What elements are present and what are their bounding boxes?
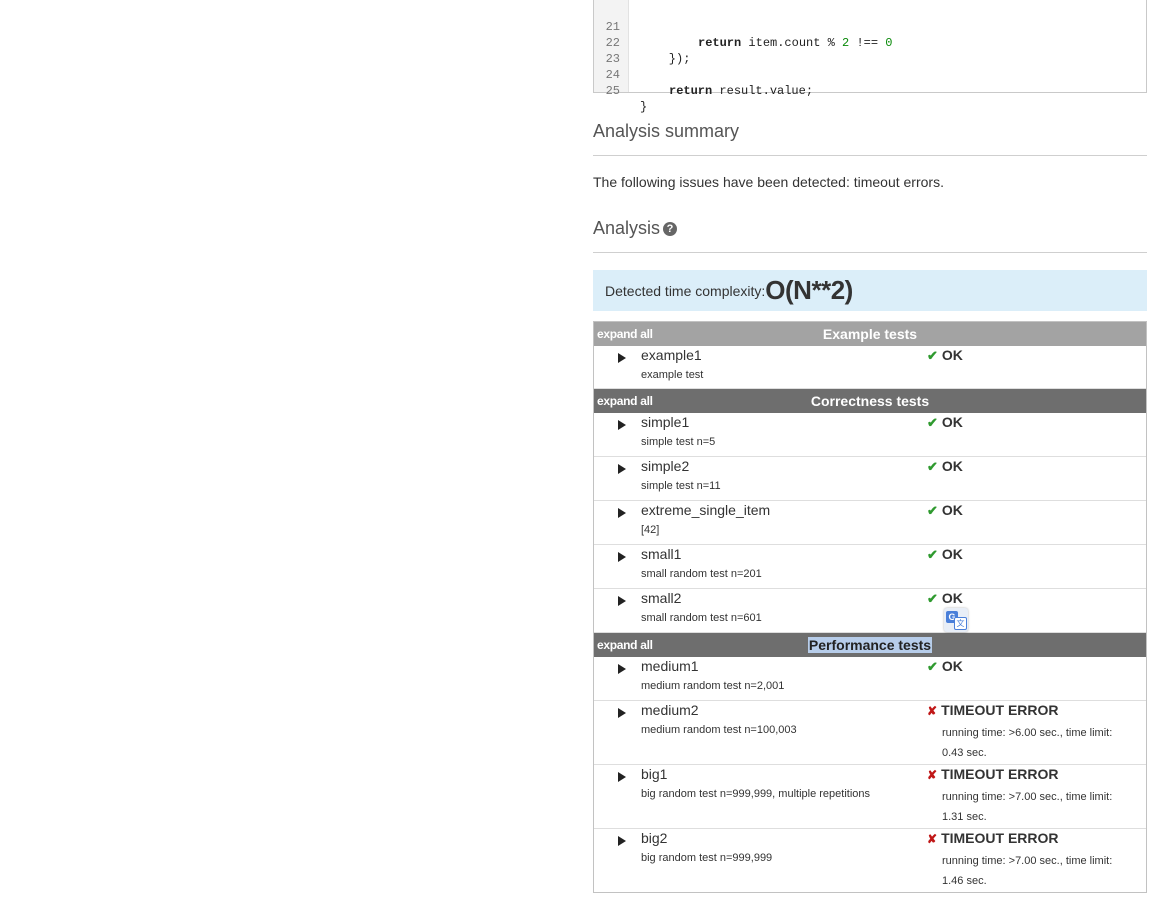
analysis-heading: Analysis?	[593, 218, 678, 239]
triangle-right-icon[interactable]	[618, 664, 626, 674]
divider	[593, 155, 1147, 156]
test-status: ✘ TIMEOUT ERROR	[927, 702, 1059, 718]
group-header-performance: expand all Performance tests	[594, 633, 1146, 657]
code-line: 24 return result.value;	[594, 51, 1146, 98]
check-icon: ✔	[927, 503, 938, 518]
test-status: ✔ OK	[927, 458, 963, 474]
test-row[interactable]: simple1 simple test n=5 ✔ OK	[594, 413, 1146, 457]
test-status: ✘ TIMEOUT ERROR	[927, 830, 1059, 846]
code-line: 21 return item.count % 2 !== 0	[594, 3, 1146, 50]
code-text: }	[640, 100, 648, 114]
test-status: ✔ OK	[927, 414, 963, 430]
triangle-right-icon[interactable]	[618, 420, 626, 430]
cross-icon: ✘	[927, 768, 938, 782]
check-icon: ✔	[927, 415, 938, 430]
test-status: ✘ TIMEOUT ERROR	[927, 766, 1059, 782]
test-description: simple test n=11	[641, 480, 721, 492]
test-description: small random test n=201	[641, 568, 762, 580]
group-title: Correctness tests	[810, 393, 930, 409]
test-status: ✔ OK	[927, 502, 963, 518]
group-header-correctness: expand all Correctness tests	[594, 389, 1146, 413]
test-name: medium2	[641, 702, 699, 718]
test-name: extreme_single_item	[641, 502, 771, 518]
code-line: 25 }	[594, 67, 1146, 114]
triangle-right-icon[interactable]	[618, 508, 626, 518]
line-number: 25	[605, 84, 620, 98]
test-description: small random test n=601	[641, 612, 762, 624]
timeout-detail: running time: >7.00 sec., time limit: 1.…	[942, 855, 1113, 887]
group-header-example: expand all Example tests	[594, 322, 1146, 346]
triangle-right-icon[interactable]	[618, 464, 626, 474]
triangle-right-icon[interactable]	[618, 552, 626, 562]
check-icon: ✔	[927, 547, 938, 562]
google-translate-icon[interactable]: G 文	[944, 608, 968, 632]
code-text: return result.value;	[669, 84, 814, 98]
group-title: Performance tests	[807, 637, 933, 653]
question-icon[interactable]: ?	[663, 222, 678, 236]
test-description: big random test n=999,999	[641, 852, 773, 864]
test-name: big1	[641, 766, 668, 782]
analysis-summary-text: The following issues have been detected:…	[593, 174, 944, 190]
group-title: Example tests	[822, 326, 918, 342]
test-name: simple2	[641, 458, 690, 474]
test-name: example1	[641, 347, 702, 363]
time-complexity-box: Detected time complexity: O(N**2)	[593, 270, 1147, 311]
cross-icon: ✘	[927, 832, 938, 846]
check-icon: ✔	[927, 591, 938, 606]
analysis-summary-heading: Analysis summary	[593, 121, 740, 141]
test-status: ✔ OK	[927, 658, 963, 674]
test-name: simple1	[641, 414, 690, 430]
test-row[interactable]: small2 small random test n=601 ✔ OK	[594, 589, 1146, 633]
test-status: ✔ OK	[927, 590, 963, 606]
test-description: big random test n=999,999, multiple repe…	[641, 788, 871, 800]
test-name: medium1	[641, 658, 699, 674]
test-row[interactable]: extreme_single_item [42] ✔ OK	[594, 501, 1146, 545]
check-icon: ✔	[927, 659, 938, 674]
test-status: ✔ OK	[927, 546, 963, 562]
divider	[593, 252, 1147, 253]
code-line: 22 });	[594, 19, 1146, 66]
triangle-right-icon[interactable]	[618, 708, 626, 718]
triangle-right-icon[interactable]	[618, 836, 626, 846]
test-row[interactable]: simple2 simple test n=11 ✔ OK	[594, 457, 1146, 501]
test-row[interactable]: medium2 medium random test n=100,003 ✘ TI…	[594, 701, 1146, 765]
check-icon: ✔	[927, 348, 938, 363]
test-description: medium random test n=2,001	[641, 680, 785, 692]
cross-icon: ✘	[927, 704, 938, 718]
test-row[interactable]: big1 big random test n=999,999, multiple…	[594, 765, 1146, 829]
test-description: simple test n=5	[641, 436, 716, 448]
analysis-report: 21 return item.count % 2 !== 0 22 }); 23…	[593, 0, 1147, 893]
test-row[interactable]: medium1 medium random test n=2,001 ✔ OK	[594, 657, 1146, 701]
code-line: 23	[594, 35, 1146, 66]
triangle-right-icon[interactable]	[618, 353, 626, 363]
check-icon: ✔	[927, 459, 938, 474]
test-row[interactable]: example1 example test ✔ OK	[594, 346, 1146, 389]
test-row[interactable]: small1 small random test n=201 ✔ OK	[594, 545, 1146, 589]
test-name: small2	[641, 590, 682, 606]
test-name: small1	[641, 546, 682, 562]
code-viewer: 21 return item.count % 2 !== 0 22 }); 23…	[593, 0, 1147, 114]
timeout-detail: running time: >7.00 sec., time limit: 1.…	[942, 791, 1113, 823]
triangle-right-icon[interactable]	[618, 596, 626, 606]
complexity-value: O(N**2)	[765, 275, 853, 305]
test-row[interactable]: big2 big random test n=999,999 ✘ TIMEOUT …	[594, 829, 1146, 892]
test-status: ✔ OK	[927, 347, 963, 363]
test-name: big2	[641, 830, 668, 846]
test-results-table: expand all Example tests example1 exampl…	[593, 321, 1147, 893]
test-description: example test	[641, 369, 704, 381]
complexity-label: Detected time complexity:	[605, 282, 766, 299]
test-description: medium random test n=100,003	[641, 724, 797, 736]
test-description: [42]	[641, 524, 660, 536]
timeout-detail: running time: >6.00 sec., time limit: 0.…	[942, 727, 1113, 759]
triangle-right-icon[interactable]	[618, 772, 626, 782]
